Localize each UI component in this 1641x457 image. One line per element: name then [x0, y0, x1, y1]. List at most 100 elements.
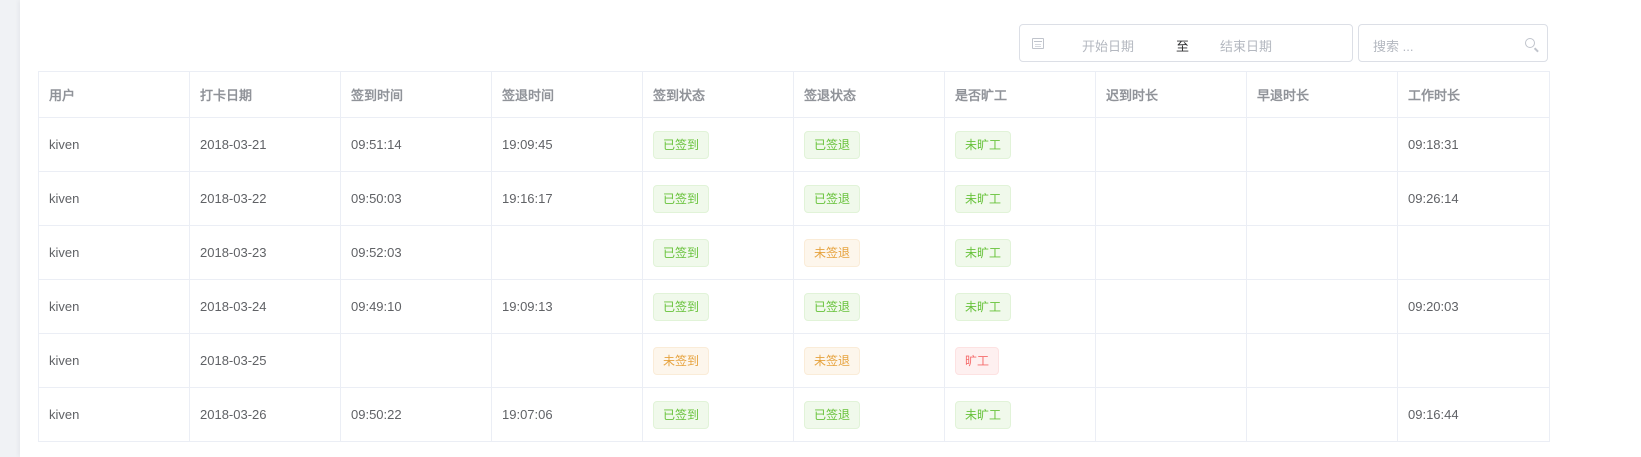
- status-tag: 未签退: [804, 346, 861, 375]
- column-header: 早退时长: [1246, 71, 1398, 118]
- table-row: kiven 2018-03-22 09:50:03 19:16:17 已签到 已签退 未旷工…: [38, 171, 1550, 226]
- cell-date: 2018-03-23: [189, 225, 341, 280]
- table-row: kiven 2018-03-21 09:51:14 19:09:45 已签到 已签退 未旷工…: [38, 117, 1550, 172]
- cell-sign-in: 09:49:10: [340, 279, 492, 334]
- cell-sign-in: [340, 333, 492, 388]
- cell-date: 2018-03-22: [189, 171, 341, 226]
- cell-absent: 旷工: [944, 333, 1096, 388]
- status-tag: 未签到: [653, 346, 710, 375]
- status-tag: 未旷工: [955, 238, 1012, 267]
- cell-absent: 未旷工: [944, 387, 1096, 442]
- status-tag: 未旷工: [955, 292, 1012, 321]
- cell-out-status: 已签退: [793, 117, 945, 172]
- cell-early: [1246, 171, 1398, 226]
- cell-user: kiven: [38, 225, 190, 280]
- cell-sign-in: 09:51:14: [340, 117, 492, 172]
- status-tag: 未签退: [804, 238, 861, 267]
- status-tag: 已签退: [804, 400, 861, 429]
- cell-late: [1095, 387, 1247, 442]
- calendar-icon: [1032, 38, 1044, 49]
- cell-date: 2018-03-24: [189, 279, 341, 334]
- cell-sign-in: 09:50:22: [340, 387, 492, 442]
- table-row: kiven 2018-03-25 未签到 未签退 旷工: [38, 333, 1550, 388]
- cell-out-status: 已签退: [793, 279, 945, 334]
- date-range-picker[interactable]: 开始日期 至 结束日期: [1019, 24, 1353, 62]
- cell-early: [1246, 387, 1398, 442]
- cell-work: [1397, 225, 1550, 280]
- status-tag: 已签到: [653, 292, 710, 321]
- cell-in-status: 已签到: [642, 279, 794, 334]
- end-date-input[interactable]: 结束日期: [1220, 36, 1272, 55]
- status-tag: 已签到: [653, 400, 710, 429]
- cell-user: kiven: [38, 333, 190, 388]
- cell-absent: 未旷工: [944, 279, 1096, 334]
- cell-sign-out: 19:09:45: [491, 117, 643, 172]
- status-tag: 已签到: [653, 184, 710, 213]
- search-box[interactable]: 搜索 ...: [1358, 24, 1548, 62]
- table-header-row: 用户 打卡日期 签到时间 签退时间 签到状态 签退状态 是否旷工 迟到时长 早退时长 工作时长: [38, 71, 1550, 118]
- cell-absent: 未旷工: [944, 117, 1096, 172]
- cell-work: 09:16:44: [1397, 387, 1550, 442]
- cell-work: [1397, 333, 1550, 388]
- search-input[interactable]: 搜索 ...: [1373, 36, 1413, 55]
- table-row: kiven 2018-03-26 09:50:22 19:07:06 已签到 已签退 未旷工…: [38, 387, 1550, 442]
- cell-sign-out: 19:16:17: [491, 171, 643, 226]
- cell-early: [1246, 279, 1398, 334]
- status-tag: 旷工: [955, 346, 1000, 375]
- cell-work: 09:20:03: [1397, 279, 1550, 334]
- cell-absent: 未旷工: [944, 171, 1096, 226]
- status-tag: 未旷工: [955, 400, 1012, 429]
- cell-work: 09:26:14: [1397, 171, 1550, 226]
- column-header: 签退状态: [793, 71, 945, 118]
- cell-sign-out: [491, 333, 643, 388]
- search-icon[interactable]: [1525, 38, 1535, 48]
- column-header: 签到时间: [340, 71, 492, 118]
- cell-late: [1095, 117, 1247, 172]
- cell-late: [1095, 333, 1247, 388]
- cell-sign-in: 09:52:03: [340, 225, 492, 280]
- cell-out-status: 已签退: [793, 387, 945, 442]
- range-separator: 至: [1176, 39, 1190, 54]
- column-header: 迟到时长: [1095, 71, 1247, 118]
- status-tag: 已签到: [653, 238, 710, 267]
- cell-sign-out: 19:07:06: [491, 387, 643, 442]
- column-header: 签退时间: [491, 71, 643, 118]
- column-header: 签到状态: [642, 71, 794, 118]
- content-panel: 开始日期 至 结束日期 搜索 ... 用户 打卡日期 签到时间 签退时间 签到状态 签退状…: [20, 0, 1641, 457]
- cell-early: [1246, 117, 1398, 172]
- column-header: 是否旷工: [944, 71, 1096, 118]
- table-row: kiven 2018-03-23 09:52:03 已签到 未签退 未旷工: [38, 225, 1550, 280]
- cell-in-status: 已签到: [642, 225, 794, 280]
- table-row: kiven 2018-03-24 09:49:10 19:09:13 已签到 已签退 未旷工…: [38, 279, 1550, 334]
- cell-late: [1095, 225, 1247, 280]
- cell-sign-out: [491, 225, 643, 280]
- cell-late: [1095, 279, 1247, 334]
- status-tag: 已签退: [804, 130, 861, 159]
- cell-sign-out: 19:09:13: [491, 279, 643, 334]
- cell-date: 2018-03-21: [189, 117, 341, 172]
- cell-in-status: 已签到: [642, 387, 794, 442]
- cell-out-status: 已签退: [793, 171, 945, 226]
- column-header: 打卡日期: [189, 71, 341, 118]
- cell-out-status: 未签退: [793, 225, 945, 280]
- cell-early: [1246, 225, 1398, 280]
- cell-early: [1246, 333, 1398, 388]
- cell-date: 2018-03-26: [189, 387, 341, 442]
- attendance-table: 用户 打卡日期 签到时间 签退时间 签到状态 签退状态 是否旷工 迟到时长 早退时长 工作时长 k…: [38, 71, 1550, 442]
- cell-sign-in: 09:50:03: [340, 171, 492, 226]
- status-tag: 未旷工: [955, 184, 1012, 213]
- column-header: 用户: [38, 71, 190, 118]
- cell-in-status: 已签到: [642, 171, 794, 226]
- cell-late: [1095, 171, 1247, 226]
- status-tag: 已签退: [804, 292, 861, 321]
- cell-absent: 未旷工: [944, 225, 1096, 280]
- status-tag: 已签到: [653, 130, 710, 159]
- cell-out-status: 未签退: [793, 333, 945, 388]
- start-date-input[interactable]: 开始日期: [1082, 36, 1134, 55]
- table-body: kiven 2018-03-21 09:51:14 19:09:45 已签到 已签退 未旷工…: [38, 117, 1550, 442]
- cell-user: kiven: [38, 117, 190, 172]
- cell-in-status: 未签到: [642, 333, 794, 388]
- cell-in-status: 已签到: [642, 117, 794, 172]
- cell-work: 09:18:31: [1397, 117, 1550, 172]
- cell-date: 2018-03-25: [189, 333, 341, 388]
